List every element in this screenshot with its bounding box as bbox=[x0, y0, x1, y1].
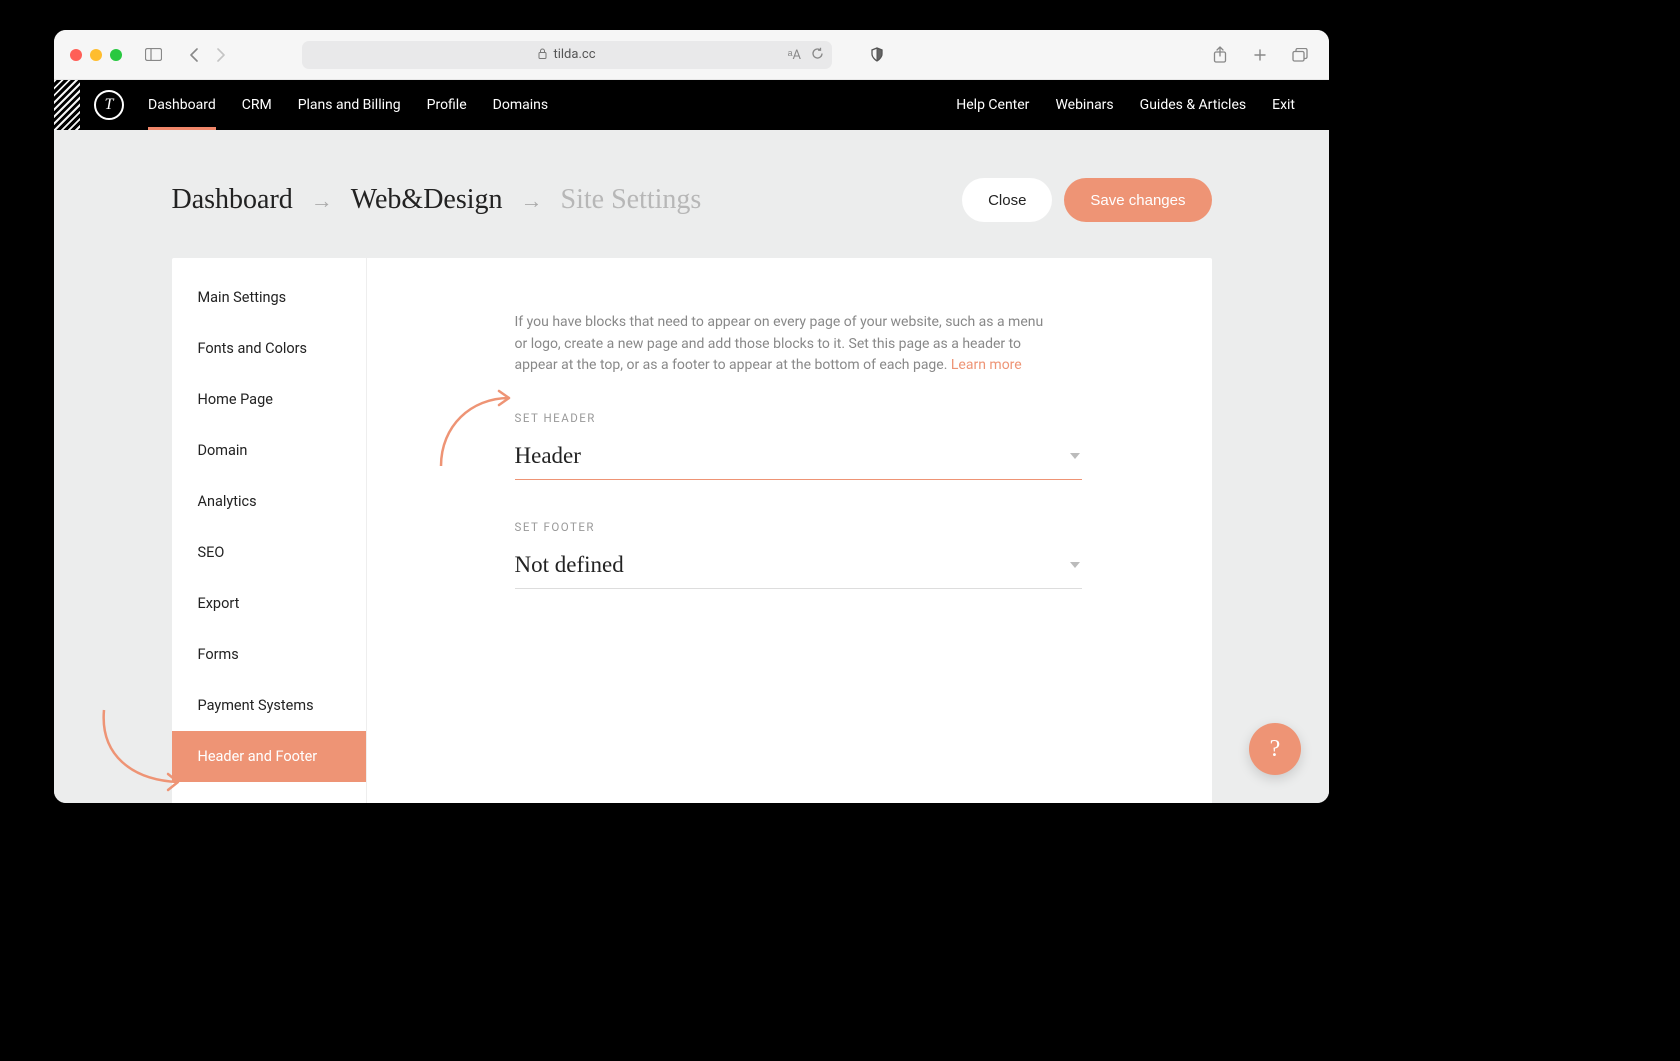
nav-domains[interactable]: Domains bbox=[493, 97, 548, 129]
sidebar-item-forms[interactable]: Forms bbox=[172, 629, 366, 680]
sidebar-toggle-icon[interactable] bbox=[140, 42, 166, 68]
tabs-icon[interactable] bbox=[1287, 42, 1313, 68]
nav-decoration bbox=[54, 80, 80, 130]
sidebar-item-header-footer[interactable]: Header and Footer bbox=[172, 731, 366, 782]
footer-select-value: Not defined bbox=[515, 552, 624, 578]
crumb-dashboard[interactable]: Dashboard bbox=[172, 184, 293, 216]
annotation-arrow-header bbox=[431, 386, 521, 476]
sidebar-item-domain[interactable]: Domain bbox=[172, 425, 366, 476]
set-header-label: SET HEADER bbox=[515, 411, 1082, 425]
page-actions: Close Save changes bbox=[962, 178, 1211, 222]
help-fab-label: ? bbox=[1270, 736, 1281, 763]
sidebar-item-main-settings[interactable]: Main Settings bbox=[172, 272, 366, 323]
sidebar-item-analytics[interactable]: Analytics bbox=[172, 476, 366, 527]
url-text: tilda.cc bbox=[553, 47, 595, 62]
crumb-current: Site Settings bbox=[561, 184, 702, 216]
sidebar-item-home-page[interactable]: Home Page bbox=[172, 374, 366, 425]
window-controls bbox=[70, 49, 122, 61]
forward-button[interactable] bbox=[208, 42, 234, 68]
nav-plans-billing[interactable]: Plans and Billing bbox=[298, 97, 401, 129]
app-nav: T Dashboard CRM Plans and Billing Profil… bbox=[54, 80, 1329, 130]
set-footer-field: SET FOOTER Not defined bbox=[515, 520, 1082, 589]
share-icon[interactable] bbox=[1207, 42, 1233, 68]
browser-nav-buttons bbox=[180, 42, 234, 68]
nav-profile[interactable]: Profile bbox=[427, 97, 467, 129]
browser-chrome: tilda.cc ᵃA bbox=[54, 30, 1329, 80]
window-zoom-button[interactable] bbox=[110, 49, 122, 61]
browser-window: tilda.cc ᵃA T bbox=[54, 30, 1329, 803]
crumb-sep: → bbox=[521, 188, 543, 214]
sidebar-item-export[interactable]: Export bbox=[172, 578, 366, 629]
address-bar[interactable]: tilda.cc ᵃA bbox=[302, 41, 832, 69]
footer-select[interactable]: Not defined bbox=[515, 546, 1082, 589]
sidebar-item-payment-systems[interactable]: Payment Systems bbox=[172, 680, 366, 731]
intro-text: If you have blocks that need to appear o… bbox=[515, 312, 1055, 377]
nav-left-group: Dashboard CRM Plans and Billing Profile … bbox=[148, 97, 548, 113]
new-tab-icon[interactable] bbox=[1247, 42, 1273, 68]
set-footer-label: SET FOOTER bbox=[515, 520, 1082, 534]
logo-letter: T bbox=[105, 96, 114, 114]
window-close-button[interactable] bbox=[70, 49, 82, 61]
nav-crm[interactable]: CRM bbox=[242, 97, 272, 129]
help-fab[interactable]: ? bbox=[1249, 723, 1301, 775]
chevron-down-icon bbox=[1070, 453, 1080, 459]
crumb-project[interactable]: Web&Design bbox=[351, 184, 503, 216]
nav-exit[interactable]: Exit bbox=[1272, 97, 1295, 129]
settings-sidebar: Main Settings Fonts and Colors Home Page… bbox=[172, 258, 367, 803]
chevron-down-icon bbox=[1070, 562, 1080, 568]
header-select-value: Header bbox=[515, 443, 581, 469]
lock-icon bbox=[538, 48, 547, 62]
address-bar-actions: ᵃA bbox=[788, 47, 824, 63]
window-minimize-button[interactable] bbox=[90, 49, 102, 61]
breadcrumb: Dashboard → Web&Design → Site Settings bbox=[172, 184, 702, 216]
app-logo[interactable]: T bbox=[94, 90, 124, 120]
reload-icon[interactable] bbox=[811, 47, 824, 63]
set-header-field: SET HEADER Header bbox=[515, 411, 1082, 480]
crumb-sep: → bbox=[311, 188, 333, 214]
header-select[interactable]: Header bbox=[515, 437, 1082, 480]
back-button[interactable] bbox=[180, 42, 206, 68]
nav-guides-articles[interactable]: Guides & Articles bbox=[1140, 97, 1246, 129]
settings-main: If you have blocks that need to appear o… bbox=[367, 258, 1212, 803]
nav-dashboard[interactable]: Dashboard bbox=[148, 97, 216, 129]
page-body: Dashboard → Web&Design → Site Settings C… bbox=[54, 130, 1329, 803]
nav-webinars[interactable]: Webinars bbox=[1055, 97, 1113, 129]
sidebar-item-seo[interactable]: SEO bbox=[172, 527, 366, 578]
settings-panel: Main Settings Fonts and Colors Home Page… bbox=[172, 258, 1212, 803]
translate-icon[interactable]: ᵃA bbox=[788, 47, 801, 63]
learn-more-link[interactable]: Learn more bbox=[951, 357, 1022, 373]
nav-help-center[interactable]: Help Center bbox=[956, 97, 1029, 129]
breadcrumb-row: Dashboard → Web&Design → Site Settings C… bbox=[172, 178, 1212, 258]
shield-icon[interactable] bbox=[864, 42, 890, 68]
close-button[interactable]: Close bbox=[962, 178, 1052, 222]
sidebar-item-fonts-colors[interactable]: Fonts and Colors bbox=[172, 323, 366, 374]
save-button[interactable]: Save changes bbox=[1064, 178, 1211, 222]
nav-right-group: Help Center Webinars Guides & Articles E… bbox=[956, 97, 1295, 113]
